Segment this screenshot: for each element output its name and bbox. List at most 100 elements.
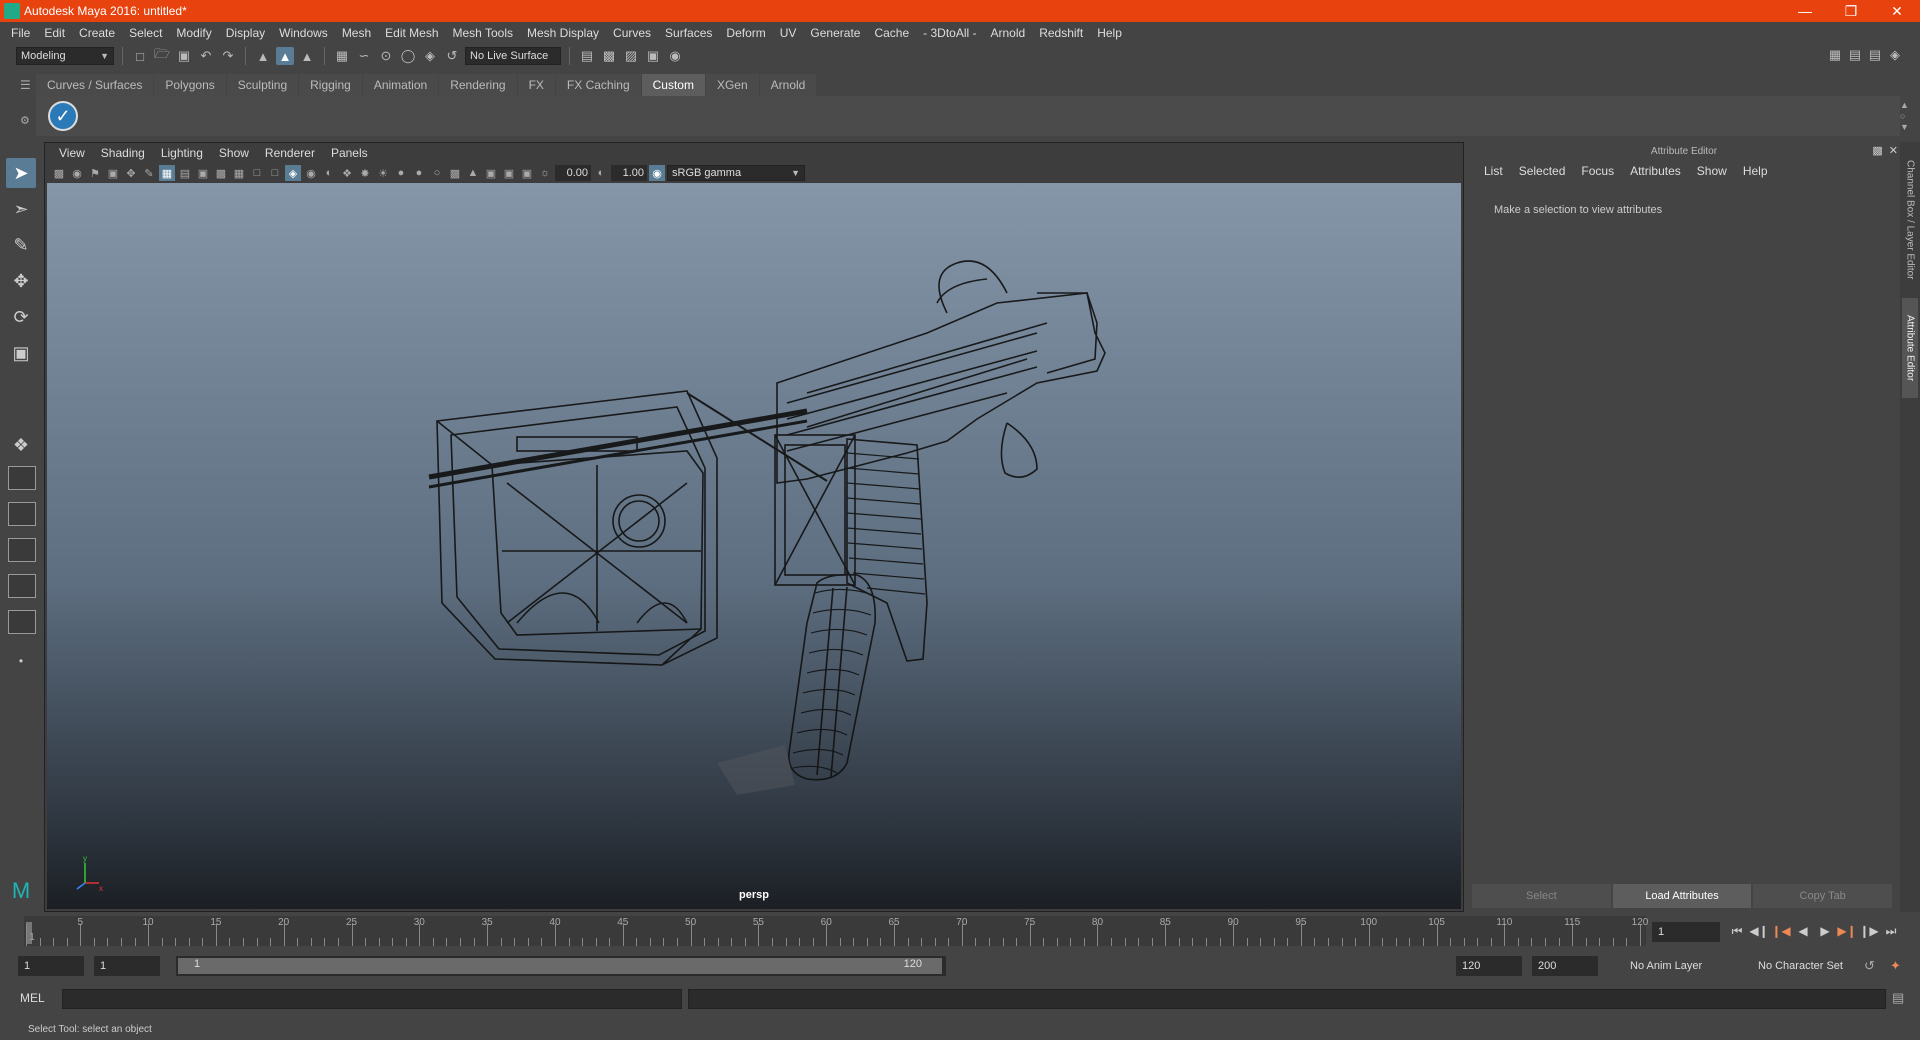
step-back-frame-icon[interactable]: ◀❙	[1749, 922, 1768, 940]
minimize-icon[interactable]: —	[1782, 3, 1828, 19]
viewport-menu-shading[interactable]: Shading	[93, 146, 153, 160]
shelf-tab-rigging[interactable]: Rigging	[299, 74, 362, 96]
auto-key-icon[interactable]: ↺	[1864, 958, 1875, 974]
gamma-icon[interactable]: ◐	[593, 165, 609, 181]
menu-edit[interactable]: Edit	[37, 26, 72, 40]
attribute-menu-focus[interactable]: Focus	[1573, 164, 1622, 178]
shelf-tab-curves-surfaces[interactable]: Curves / Surfaces	[36, 74, 154, 96]
select-hierarchy-icon[interactable]: ▲	[254, 47, 272, 65]
copy-tab-button[interactable]: Copy Tab	[1753, 884, 1893, 908]
menu-surfaces[interactable]: Surfaces	[658, 26, 719, 40]
perspective-viewport[interactable]: y x persp	[47, 183, 1461, 909]
menu-display[interactable]: Display	[219, 26, 272, 40]
persp-graph-layout-icon[interactable]	[8, 538, 36, 562]
viewport-menu-view[interactable]: View	[51, 146, 93, 160]
attribute-menu-show[interactable]: Show	[1689, 164, 1735, 178]
current-frame-field[interactable]: 1	[1652, 922, 1720, 942]
grid-icon[interactable]: ▦	[159, 165, 175, 181]
ipr-render-icon[interactable]: ▨	[622, 47, 640, 65]
go-to-end-icon[interactable]: ⏭	[1882, 922, 1900, 940]
paint-select-tool-icon[interactable]: ✎	[6, 230, 36, 260]
gate-mask-icon[interactable]: ▩	[213, 165, 229, 181]
command-language-label[interactable]: MEL	[20, 991, 45, 1005]
menu-curves[interactable]: Curves	[606, 26, 658, 40]
menuset-dropdown[interactable]: Modeling ▼	[16, 47, 114, 65]
exposure-field[interactable]: 0.00	[555, 165, 591, 181]
shadows-icon[interactable]: ☀	[375, 165, 391, 181]
channel-box-tab[interactable]: Channel Box / Layer Editor	[1902, 150, 1918, 290]
shelf-tab-sculpting[interactable]: Sculpting	[226, 74, 299, 96]
scale-tool-icon[interactable]: ▣	[6, 338, 36, 368]
close-icon[interactable]: ✕	[1874, 3, 1920, 20]
command-input[interactable]	[62, 989, 682, 1009]
menu-mesh[interactable]: Mesh	[335, 26, 378, 40]
shelf-tab-custom[interactable]: Custom	[641, 74, 705, 96]
xray-icon[interactable]: ▣	[483, 165, 499, 181]
safe-title-icon[interactable]: □	[267, 165, 283, 181]
outliner-persp-layout-icon[interactable]	[8, 610, 36, 634]
wireframe-on-shaded-icon[interactable]: ◐	[321, 165, 337, 181]
screen-space-ao-icon[interactable]: ●	[411, 165, 427, 181]
end-time-field[interactable]: 200	[1532, 956, 1598, 976]
load-attributes-button[interactable]: Load Attributes	[1612, 884, 1752, 908]
playback-start-field[interactable]: 1	[94, 956, 160, 976]
use-all-lights-icon[interactable]: ✸	[357, 165, 373, 181]
camera-select-icon[interactable]: ▩	[51, 165, 67, 181]
attribute-editor-tab[interactable]: Attribute Editor	[1902, 298, 1918, 398]
viewport-menu-show[interactable]: Show	[211, 146, 257, 160]
lasso-tool-icon[interactable]: ➣	[6, 194, 36, 224]
save-scene-icon[interactable]: ▣	[175, 47, 193, 65]
select-tool-icon[interactable]: ➤	[6, 158, 36, 188]
ambient-occlusion-icon[interactable]: ●	[393, 165, 409, 181]
maximize-icon[interactable]: ❐	[1828, 3, 1874, 20]
shelf-tab-rendering[interactable]: Rendering	[439, 74, 517, 96]
script-editor-icon[interactable]: ▤	[1892, 990, 1904, 1006]
menu-uv[interactable]: UV	[773, 26, 804, 40]
menu-cache[interactable]: Cache	[867, 26, 916, 40]
safe-action-icon[interactable]: □	[249, 165, 265, 181]
shelf-scroll-icon[interactable]: ▲ ○ ▼	[1900, 100, 1909, 133]
2d-pan-zoom-icon[interactable]: ✥	[123, 165, 139, 181]
menu-3dtoall[interactable]: - 3DtoAll -	[916, 26, 983, 40]
viewport-menu-panels[interactable]: Panels	[323, 146, 376, 160]
shelf-menu-icon[interactable]: ☰	[20, 78, 32, 92]
render-view-icon[interactable]: ▤	[578, 47, 596, 65]
color-management-icon[interactable]: ◉	[649, 165, 665, 181]
snap-surface-icon[interactable]: ◈	[421, 47, 439, 65]
close-panel-icon[interactable]: ✕	[1889, 144, 1898, 157]
attribute-menu-attributes[interactable]: Attributes	[1622, 164, 1689, 178]
bookmark-icon[interactable]: ⚑	[87, 165, 103, 181]
persp-hypershade-layout-icon[interactable]	[8, 574, 36, 598]
character-controls-icon[interactable]: ▤	[1846, 46, 1864, 64]
new-scene-icon[interactable]: □	[131, 47, 149, 65]
select-button[interactable]: Select	[1472, 884, 1611, 908]
menu-mesh-tools[interactable]: Mesh Tools	[446, 26, 520, 40]
menu-windows[interactable]: Windows	[272, 26, 335, 40]
character-set-dropdown[interactable]: No Character Set	[1752, 956, 1868, 976]
play-forwards-icon[interactable]: ▶	[1816, 922, 1834, 940]
select-component-icon[interactable]: ▲	[298, 47, 316, 65]
attribute-menu-list[interactable]: List	[1476, 164, 1511, 178]
anim-layer-dropdown[interactable]: No Anim Layer	[1624, 956, 1738, 976]
more-layouts-icon[interactable]: •	[6, 646, 36, 676]
menu-deform[interactable]: Deform	[719, 26, 772, 40]
move-tool-icon[interactable]: ✥	[6, 266, 36, 296]
menu-redshift[interactable]: Redshift	[1032, 26, 1090, 40]
time-slider[interactable]: 1 5 10 15 20 25 30 35 40 45 50 55 60 65 70 75 80 85 90 95 10…	[24, 916, 1648, 946]
shelf-tab-fx[interactable]: FX	[517, 74, 555, 96]
redo-icon[interactable]: ↷	[219, 47, 237, 65]
channel-box-toggle-icon[interactable]: ◈	[1886, 46, 1904, 64]
viewport-menu-renderer[interactable]: Renderer	[257, 146, 323, 160]
shelf-tab-arnold[interactable]: Arnold	[759, 74, 817, 96]
render-frame-icon[interactable]: ▩	[600, 47, 618, 65]
checkmark-shelf-icon[interactable]: ✓	[48, 101, 78, 131]
float-panel-icon[interactable]: ▩	[1872, 144, 1882, 157]
modeling-toolkit-icon[interactable]: ▦	[1826, 46, 1844, 64]
shelf-tab-polygons[interactable]: Polygons	[154, 74, 226, 96]
step-forward-key-icon[interactable]: ▶❙	[1837, 922, 1856, 940]
gamma-field[interactable]: 1.00	[611, 165, 647, 181]
menu-modify[interactable]: Modify	[169, 26, 218, 40]
snap-point-icon[interactable]: ⊙	[377, 47, 395, 65]
menu-generate[interactable]: Generate	[803, 26, 867, 40]
snap-curve-icon[interactable]: ∽	[355, 47, 373, 65]
